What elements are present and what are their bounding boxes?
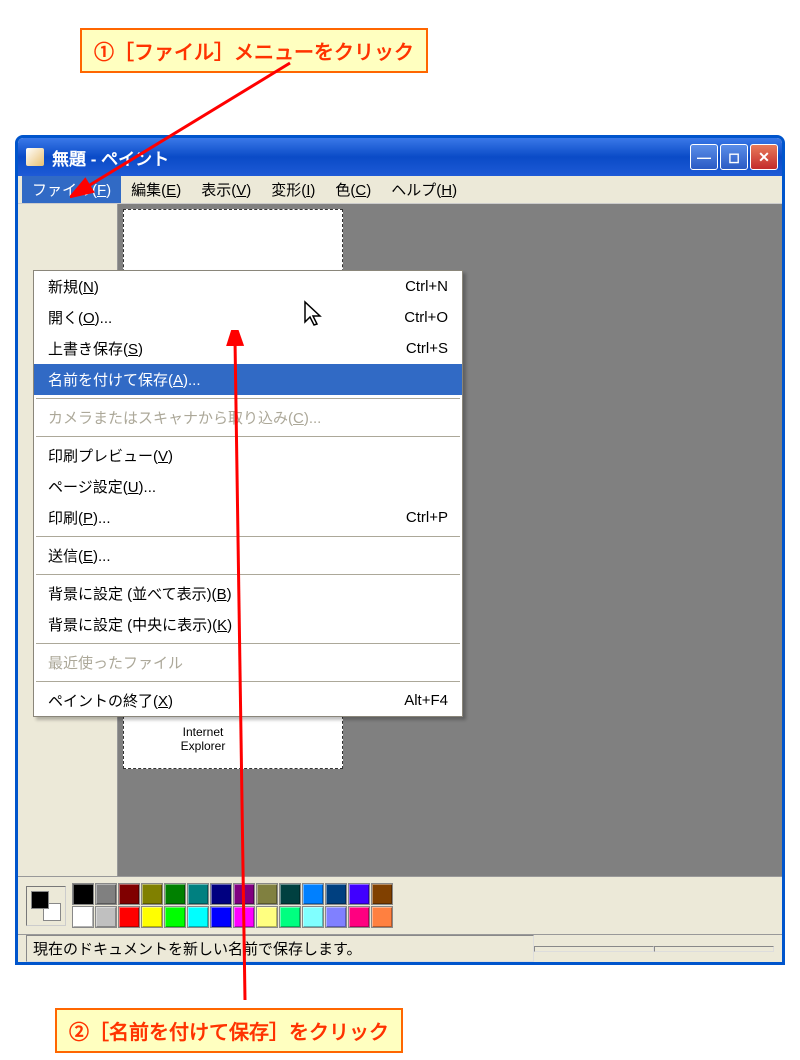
color-swatch[interactable] <box>141 906 163 928</box>
app-icon <box>26 148 44 166</box>
paint-window: 無題 - ペイント — ◻ ✕ ファイル(F)編集(E)表示(V)変形(I)色(… <box>15 135 785 965</box>
color-swatch[interactable] <box>210 906 232 928</box>
color-swatch[interactable] <box>279 883 301 905</box>
status-cell-3 <box>654 946 774 952</box>
ie-label-1: Internet <box>179 725 227 739</box>
status-text: 現在のドキュメントを新しい名前で保存します。 <box>26 935 534 962</box>
menu-separator <box>36 574 460 575</box>
menu-separator <box>36 398 460 399</box>
file-menu-dropdown: 新規(N)Ctrl+N開く(O)...Ctrl+O上書き保存(S)Ctrl+S名… <box>33 270 463 717</box>
menu-item[interactable]: 開く(O)...Ctrl+O <box>34 302 462 333</box>
annotation-step-1: ①［ファイル］メニューをクリック <box>80 28 428 73</box>
menu-item[interactable]: ペイントの終了(X)Alt+F4 <box>34 685 462 716</box>
menu-item[interactable]: 印刷プレビュー(V) <box>34 440 462 471</box>
window-title: 無題 - ペイント <box>52 145 688 170</box>
color-swatch[interactable] <box>302 906 324 928</box>
color-swatch[interactable] <box>164 883 186 905</box>
menu-item[interactable]: 背景に設定 (中央に表示)(K) <box>34 609 462 640</box>
color-swatch[interactable] <box>233 883 255 905</box>
color-swatch[interactable] <box>371 906 393 928</box>
color-palette-bar <box>18 876 782 934</box>
menu-item: カメラまたはスキャナから取り込み(C)... <box>34 402 462 433</box>
statusbar: 現在のドキュメントを新しい名前で保存します。 <box>18 934 782 962</box>
menu-item[interactable]: 送信(E)... <box>34 540 462 571</box>
color-swatch[interactable] <box>348 906 370 928</box>
color-swatch[interactable] <box>187 906 209 928</box>
menu-item[interactable]: 印刷(P)...Ctrl+P <box>34 502 462 533</box>
menu-i[interactable]: 変形(I) <box>261 176 325 203</box>
color-palette <box>72 883 393 928</box>
annotation-step-2: ②［名前を付けて保存］をクリック <box>55 1008 403 1053</box>
menubar: ファイル(F)編集(E)表示(V)変形(I)色(C)ヘルプ(H) <box>18 176 782 204</box>
color-swatch[interactable] <box>118 906 140 928</box>
color-swatch[interactable] <box>256 906 278 928</box>
close-button[interactable]: ✕ <box>750 144 778 170</box>
color-swatch[interactable] <box>302 883 324 905</box>
menu-c[interactable]: 色(C) <box>325 176 381 203</box>
foreground-background-selector[interactable] <box>26 886 66 926</box>
minimize-button[interactable]: — <box>690 144 718 170</box>
menu-e[interactable]: 編集(E) <box>121 176 191 203</box>
menu-item[interactable]: 新規(N)Ctrl+N <box>34 271 462 302</box>
menu-item[interactable]: ページ設定(U)... <box>34 471 462 502</box>
menu-separator <box>36 536 460 537</box>
color-swatch[interactable] <box>95 883 117 905</box>
color-swatch[interactable] <box>187 883 209 905</box>
color-swatch[interactable] <box>325 906 347 928</box>
color-swatch[interactable] <box>256 883 278 905</box>
color-swatch[interactable] <box>141 883 163 905</box>
color-swatch[interactable] <box>210 883 232 905</box>
color-swatch[interactable] <box>95 906 117 928</box>
menu-item[interactable]: 名前を付けて保存(A)... <box>34 364 462 395</box>
color-swatch[interactable] <box>325 883 347 905</box>
color-swatch[interactable] <box>371 883 393 905</box>
titlebar[interactable]: 無題 - ペイント — ◻ ✕ <box>18 138 782 176</box>
menu-item[interactable]: 上書き保存(S)Ctrl+S <box>34 333 462 364</box>
menu-separator <box>36 643 460 644</box>
color-swatch[interactable] <box>348 883 370 905</box>
color-swatch[interactable] <box>279 906 301 928</box>
menu-v[interactable]: 表示(V) <box>191 176 261 203</box>
menu-f[interactable]: ファイル(F) <box>22 176 121 203</box>
maximize-button[interactable]: ◻ <box>720 144 748 170</box>
menu-h[interactable]: ヘルプ(H) <box>381 176 467 203</box>
color-swatch[interactable] <box>164 906 186 928</box>
color-swatch[interactable] <box>233 906 255 928</box>
ie-label-2: Explorer <box>179 739 227 753</box>
client-area: Internet Explorer 新規(N)Ctrl+N開く(O)...Ctr… <box>18 204 782 876</box>
color-swatch[interactable] <box>72 883 94 905</box>
menu-separator <box>36 436 460 437</box>
foreground-color-swatch <box>31 891 49 909</box>
menu-separator <box>36 681 460 682</box>
color-swatch[interactable] <box>72 906 94 928</box>
status-cell-2 <box>534 946 654 952</box>
color-swatch[interactable] <box>118 883 140 905</box>
menu-item: 最近使ったファイル <box>34 647 462 678</box>
menu-item[interactable]: 背景に設定 (並べて表示)(B) <box>34 578 462 609</box>
cursor-icon <box>303 300 323 328</box>
